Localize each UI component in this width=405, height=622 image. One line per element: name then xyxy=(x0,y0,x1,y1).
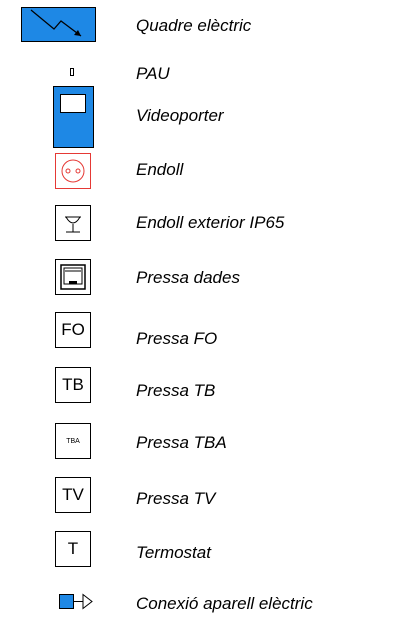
outdoor-socket-icon xyxy=(55,205,91,241)
tb-code: TB xyxy=(62,375,84,394)
legend-label-fo-outlet: Pressa FO xyxy=(136,329,218,348)
legend-label-appliance-connection: Conexió aparell elèctric xyxy=(136,594,313,613)
legend-label-outdoor-socket: Endoll exterior IP65 xyxy=(136,213,285,232)
pau-icon xyxy=(70,68,75,77)
legend-label-electrical-panel: Quadre elèctric xyxy=(136,16,252,35)
data-outlet-icon xyxy=(55,259,91,295)
legend-label-data-outlet: Pressa dades xyxy=(136,268,240,287)
legend-label-tb-outlet: Pressa TB xyxy=(136,381,216,400)
tba-code: TBA xyxy=(66,437,80,445)
legend-label-pau: PAU xyxy=(136,64,170,83)
symbol-legend: Quadre elèctric PAU Videoporter Endoll E… xyxy=(0,0,405,622)
electrical-panel-icon xyxy=(21,7,96,42)
thermostat-icon: T xyxy=(55,531,91,567)
thermostat-code: T xyxy=(67,539,79,558)
tv-outlet-icon: TV xyxy=(55,477,91,513)
legend-label-socket: Endoll xyxy=(136,160,184,179)
tba-outlet-icon: TBA xyxy=(55,423,91,459)
tv-code: TV xyxy=(62,485,84,504)
legend-label-tv-outlet: Pressa TV xyxy=(136,489,216,508)
legend-label-tba-outlet: Pressa TBA xyxy=(136,433,227,452)
video-intercom-icon xyxy=(53,86,94,148)
legend-label-thermostat: Termostat xyxy=(136,543,211,562)
legend-label-video-intercom: Videoporter xyxy=(136,106,224,125)
socket-icon xyxy=(55,153,91,189)
fo-code: FO xyxy=(61,320,85,339)
appliance-connection-icon xyxy=(59,592,95,612)
tb-outlet-icon: TB xyxy=(55,367,91,403)
fo-outlet-icon: FO xyxy=(55,312,91,348)
